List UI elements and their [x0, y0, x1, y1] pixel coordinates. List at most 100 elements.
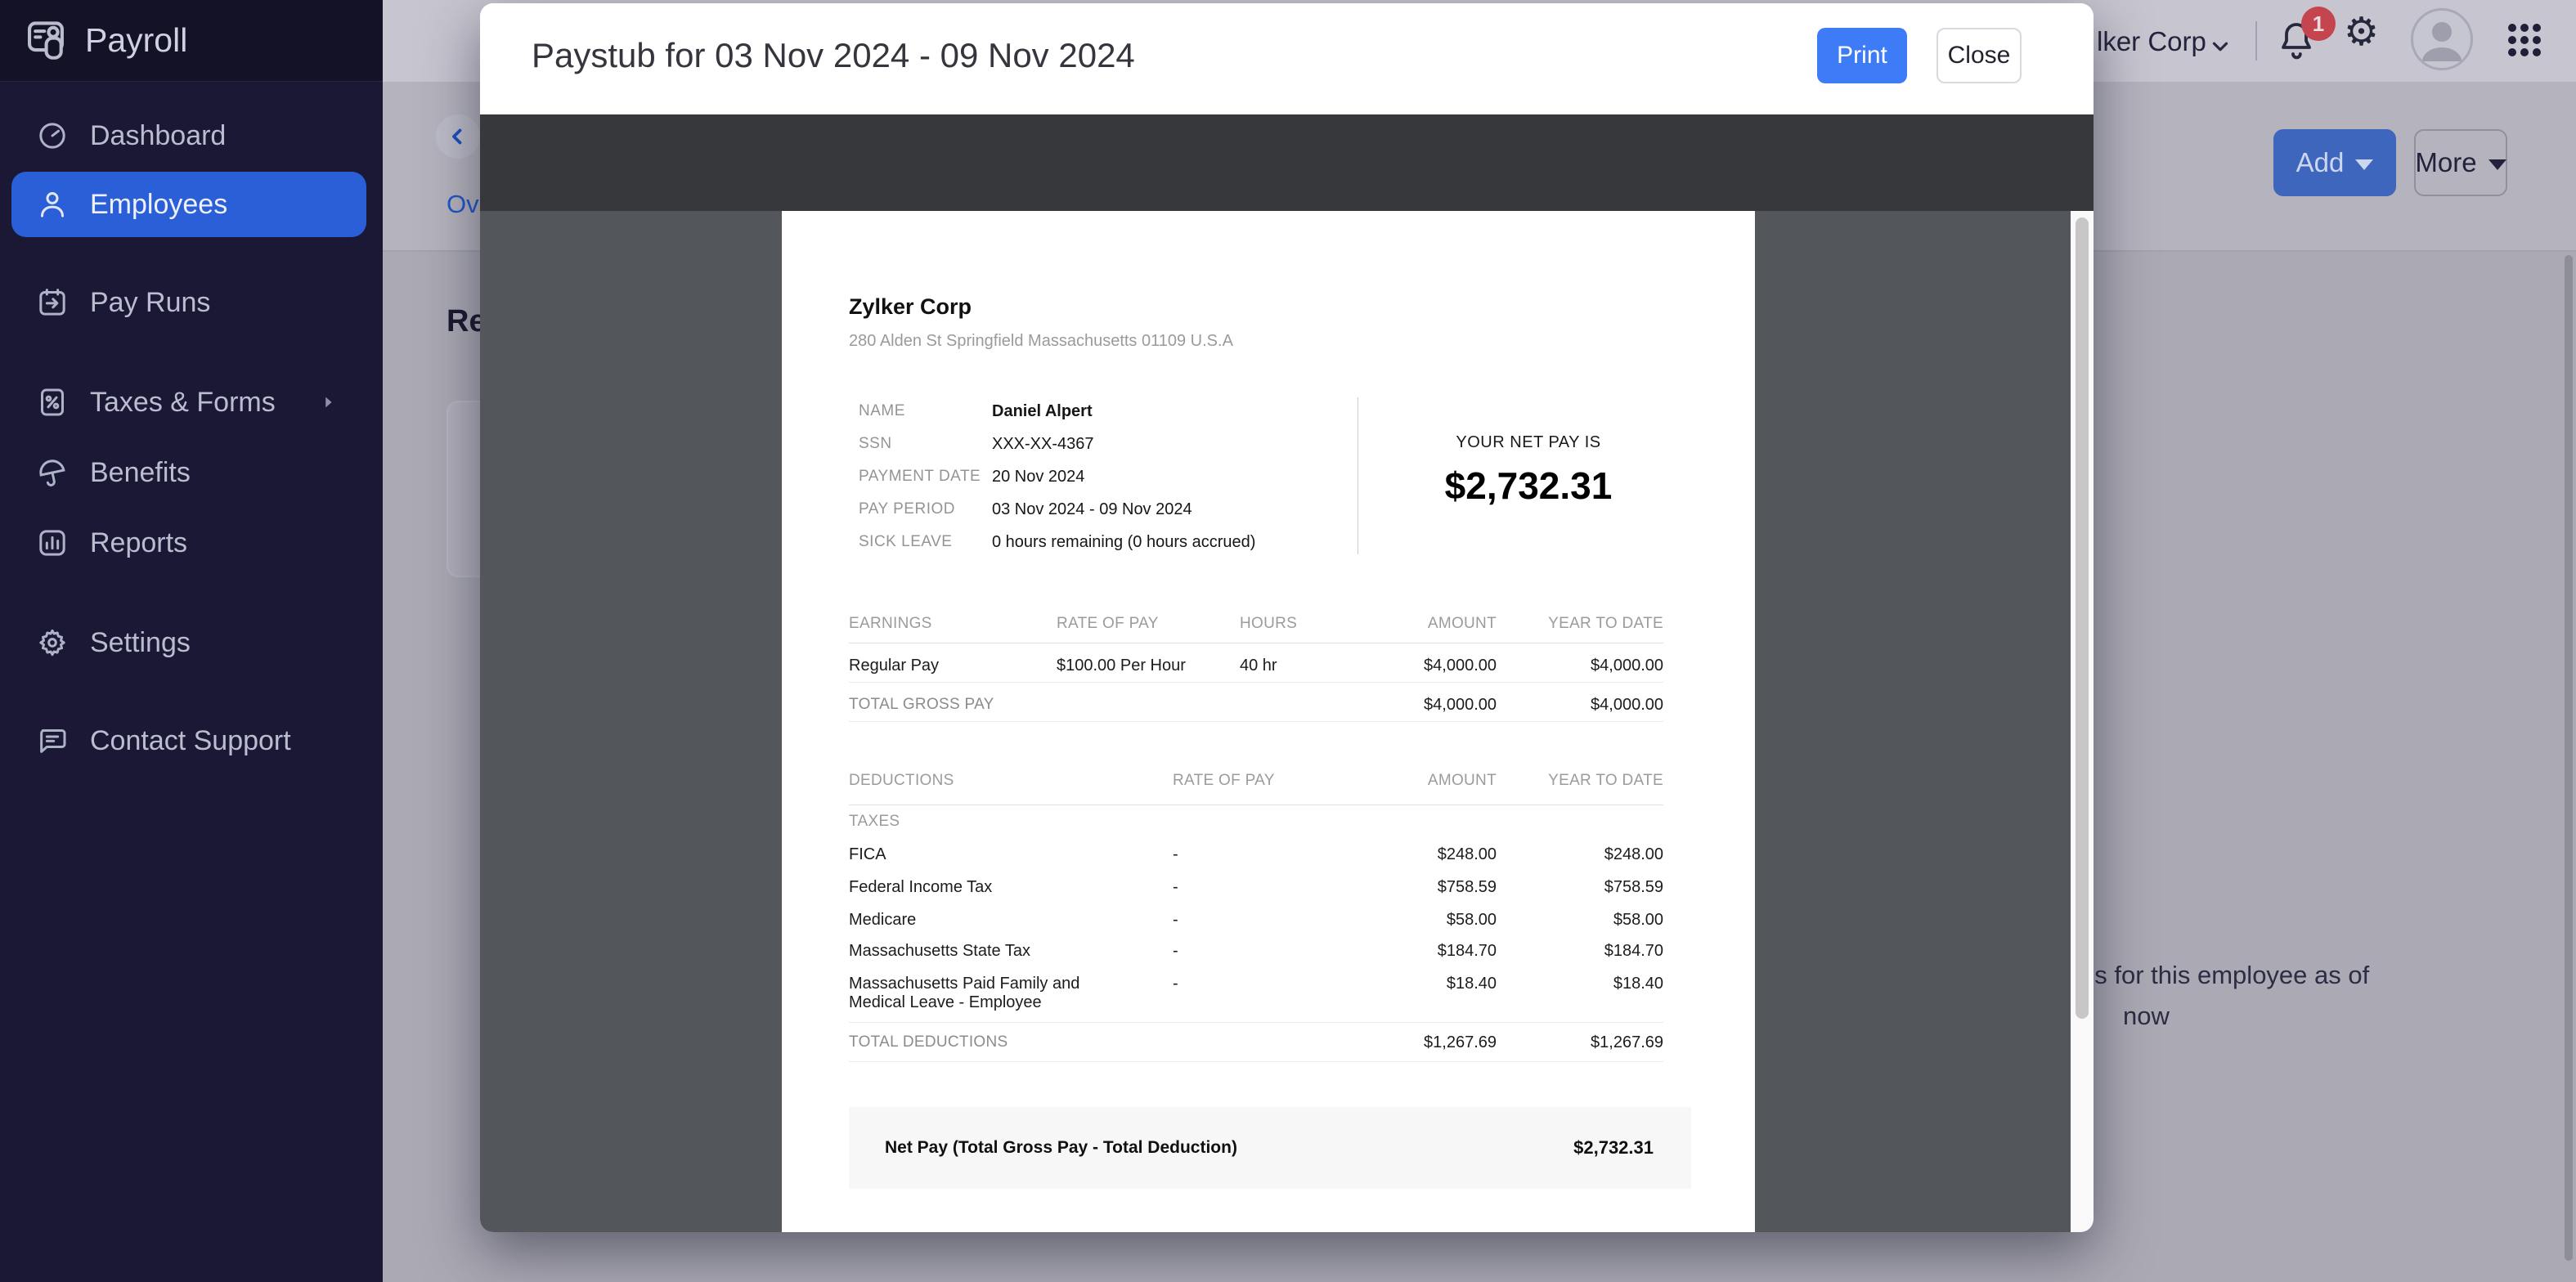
sidebar-item-contact-support[interactable]: Contact Support — [0, 708, 383, 773]
detail-label: SICK LEAVE — [859, 533, 992, 551]
sidebar-item-label: Dashboard — [90, 120, 226, 152]
cell: 40 hr — [1240, 657, 1371, 675]
pdf-viewer-area: Zylker Corp 280 Alden St Springfield Mas… — [480, 211, 2094, 1232]
contact-support-icon — [36, 724, 69, 757]
total-ytd: $1,267.69 — [1497, 1033, 1663, 1052]
cell: $184.70 — [1367, 942, 1497, 961]
cell: $758.59 — [1497, 878, 1663, 897]
sidebar-item-benefits[interactable]: Benefits — [0, 440, 383, 505]
cell: $18.40 — [1367, 975, 1497, 1012]
detail-value: Daniel Alpert — [992, 402, 1093, 421]
more-button-label: More — [2415, 147, 2476, 178]
sidebar-item-taxes-forms[interactable]: Taxes & Forms — [0, 370, 383, 435]
tab-overview-partial[interactable]: Ov — [447, 190, 479, 219]
net-pay-row-value: $2,732.31 — [1573, 1137, 1654, 1159]
earnings-row: Regular Pay $100.00 Per Hour 40 hr $4,00… — [849, 657, 1663, 675]
sidebar-item-label: Reports — [90, 527, 187, 559]
add-button-label: Add — [2296, 147, 2345, 178]
more-button[interactable]: More — [2414, 129, 2507, 196]
org-name-label[interactable]: lker Corp — [2097, 26, 2206, 57]
detail-label: PAY PERIOD — [859, 500, 992, 518]
payroll-logo-icon — [25, 16, 72, 64]
reports-icon — [36, 527, 69, 559]
net-pay-row: Net Pay (Total Gross Pay - Total Deducti… — [849, 1107, 1691, 1189]
table-rule — [849, 1022, 1663, 1023]
col-header: AMOUNT — [1367, 772, 1497, 790]
gear-icon[interactable]: ⚙ — [2344, 13, 2379, 52]
cell: $58.00 — [1497, 911, 1663, 930]
cell: $4,000.00 — [1371, 657, 1497, 675]
cell: - — [1173, 911, 1367, 930]
cell: Regular Pay — [849, 657, 1057, 675]
cell: - — [1173, 845, 1367, 864]
detail-value: 0 hours remaining (0 hours accrued) — [992, 533, 1255, 552]
table-rule — [849, 1061, 1663, 1062]
pay-runs-icon — [36, 286, 69, 319]
chevron-left-icon — [446, 124, 470, 149]
col-header: EARNINGS — [849, 615, 1057, 633]
sidebar-item-settings[interactable]: Settings — [0, 610, 383, 675]
apps-grid-icon[interactable] — [2506, 21, 2543, 59]
company-address: 280 Alden St Springfield Massachusetts 0… — [849, 332, 1233, 351]
cell: $248.00 — [1497, 845, 1663, 864]
sidebar-item-label: Contact Support — [90, 725, 291, 757]
net-pay-summary: YOUR NET PAY IS $2,732.31 — [1393, 433, 1663, 508]
detail-row: PAY PERIOD 03 Nov 2024 - 09 Nov 2024 — [859, 493, 1349, 526]
sidebar-item-reports[interactable]: Reports — [0, 510, 383, 576]
col-header: RATE OF PAY — [1057, 615, 1240, 633]
col-header: YEAR TO DATE — [1497, 615, 1663, 633]
empty-state-line1: ns for this employee as of — [2080, 955, 2424, 996]
topbar-divider — [2255, 21, 2257, 61]
detail-row: SICK LEAVE 0 hours remaining (0 hours ac… — [859, 526, 1349, 558]
cell: $18.40 — [1497, 975, 1663, 1012]
table-rule — [849, 721, 1663, 722]
cell: $184.70 — [1497, 942, 1663, 961]
earnings-header-row: EARNINGS RATE OF PAY HOURS AMOUNT YEAR T… — [849, 615, 1663, 633]
cell: $58.00 — [1367, 911, 1497, 930]
notification-badge: 1 — [2301, 7, 2336, 41]
cell: FICA — [849, 845, 1173, 864]
sidebar-header: Payroll — [0, 0, 383, 82]
empty-state-line2: now — [2123, 996, 2424, 1037]
cell: - — [1173, 975, 1367, 1012]
deductions-section-row: TAXES — [849, 813, 1663, 831]
chevron-right-icon — [319, 393, 337, 411]
dashboard-icon — [36, 119, 69, 152]
deduction-row: Massachusetts State Tax - $184.70 $184.7… — [849, 942, 1663, 961]
sidebar-item-pay-runs[interactable]: Pay Runs — [0, 270, 383, 335]
sidebar-item-label: Taxes & Forms — [90, 387, 276, 419]
sidebar: Payroll Dashboard Employees Pay Runs Tax… — [0, 0, 383, 1282]
sidebar-item-label: Settings — [90, 627, 191, 659]
cell: Medicare — [849, 911, 1173, 930]
col-header: DEDUCTIONS — [849, 772, 1173, 790]
app-title: Payroll — [85, 21, 187, 60]
avatar[interactable] — [2411, 8, 2473, 70]
detail-row: SSN XXX-XX-4367 — [859, 428, 1349, 460]
add-button[interactable]: Add — [2273, 129, 2396, 196]
paystub-document: Zylker Corp 280 Alden St Springfield Mas… — [782, 211, 1755, 1232]
modal-header: Paystub for 03 Nov 2024 - 09 Nov 2024 Pr… — [480, 3, 2094, 114]
deduction-row: Massachusetts Paid Family and Medical Le… — [849, 975, 1663, 1012]
total-label: TOTAL GROSS PAY — [849, 696, 1371, 715]
net-pay-label: YOUR NET PAY IS — [1393, 433, 1663, 452]
empty-state-text: ns for this employee as of now — [2080, 955, 2424, 1037]
cell: $100.00 Per Hour — [1057, 657, 1240, 675]
sidebar-item-dashboard[interactable]: Dashboard — [0, 103, 383, 168]
employees-icon — [36, 188, 69, 221]
detail-value: 03 Nov 2024 - 09 Nov 2024 — [992, 500, 1192, 519]
page-scrollbar-thumb[interactable] — [2565, 255, 2573, 1261]
total-label: TOTAL DEDUCTIONS — [849, 1033, 1367, 1052]
print-button[interactable]: Print — [1817, 28, 1907, 83]
cell: Massachusetts State Tax — [849, 942, 1173, 961]
settings-icon — [36, 626, 69, 659]
pdf-scrollbar-track[interactable] — [2071, 211, 2094, 1232]
close-button[interactable]: Close — [1936, 28, 2022, 83]
deductions-header-row: DEDUCTIONS RATE OF PAY AMOUNT YEAR TO DA… — [849, 772, 1663, 790]
pdf-scrollbar-thumb[interactable] — [2076, 217, 2089, 1019]
sidebar-item-label: Benefits — [90, 457, 191, 489]
sidebar-item-employees[interactable]: Employees — [11, 172, 366, 237]
cell: $248.00 — [1367, 845, 1497, 864]
table-rule — [849, 682, 1663, 683]
back-button[interactable] — [436, 114, 480, 159]
cell: $4,000.00 — [1497, 657, 1663, 675]
